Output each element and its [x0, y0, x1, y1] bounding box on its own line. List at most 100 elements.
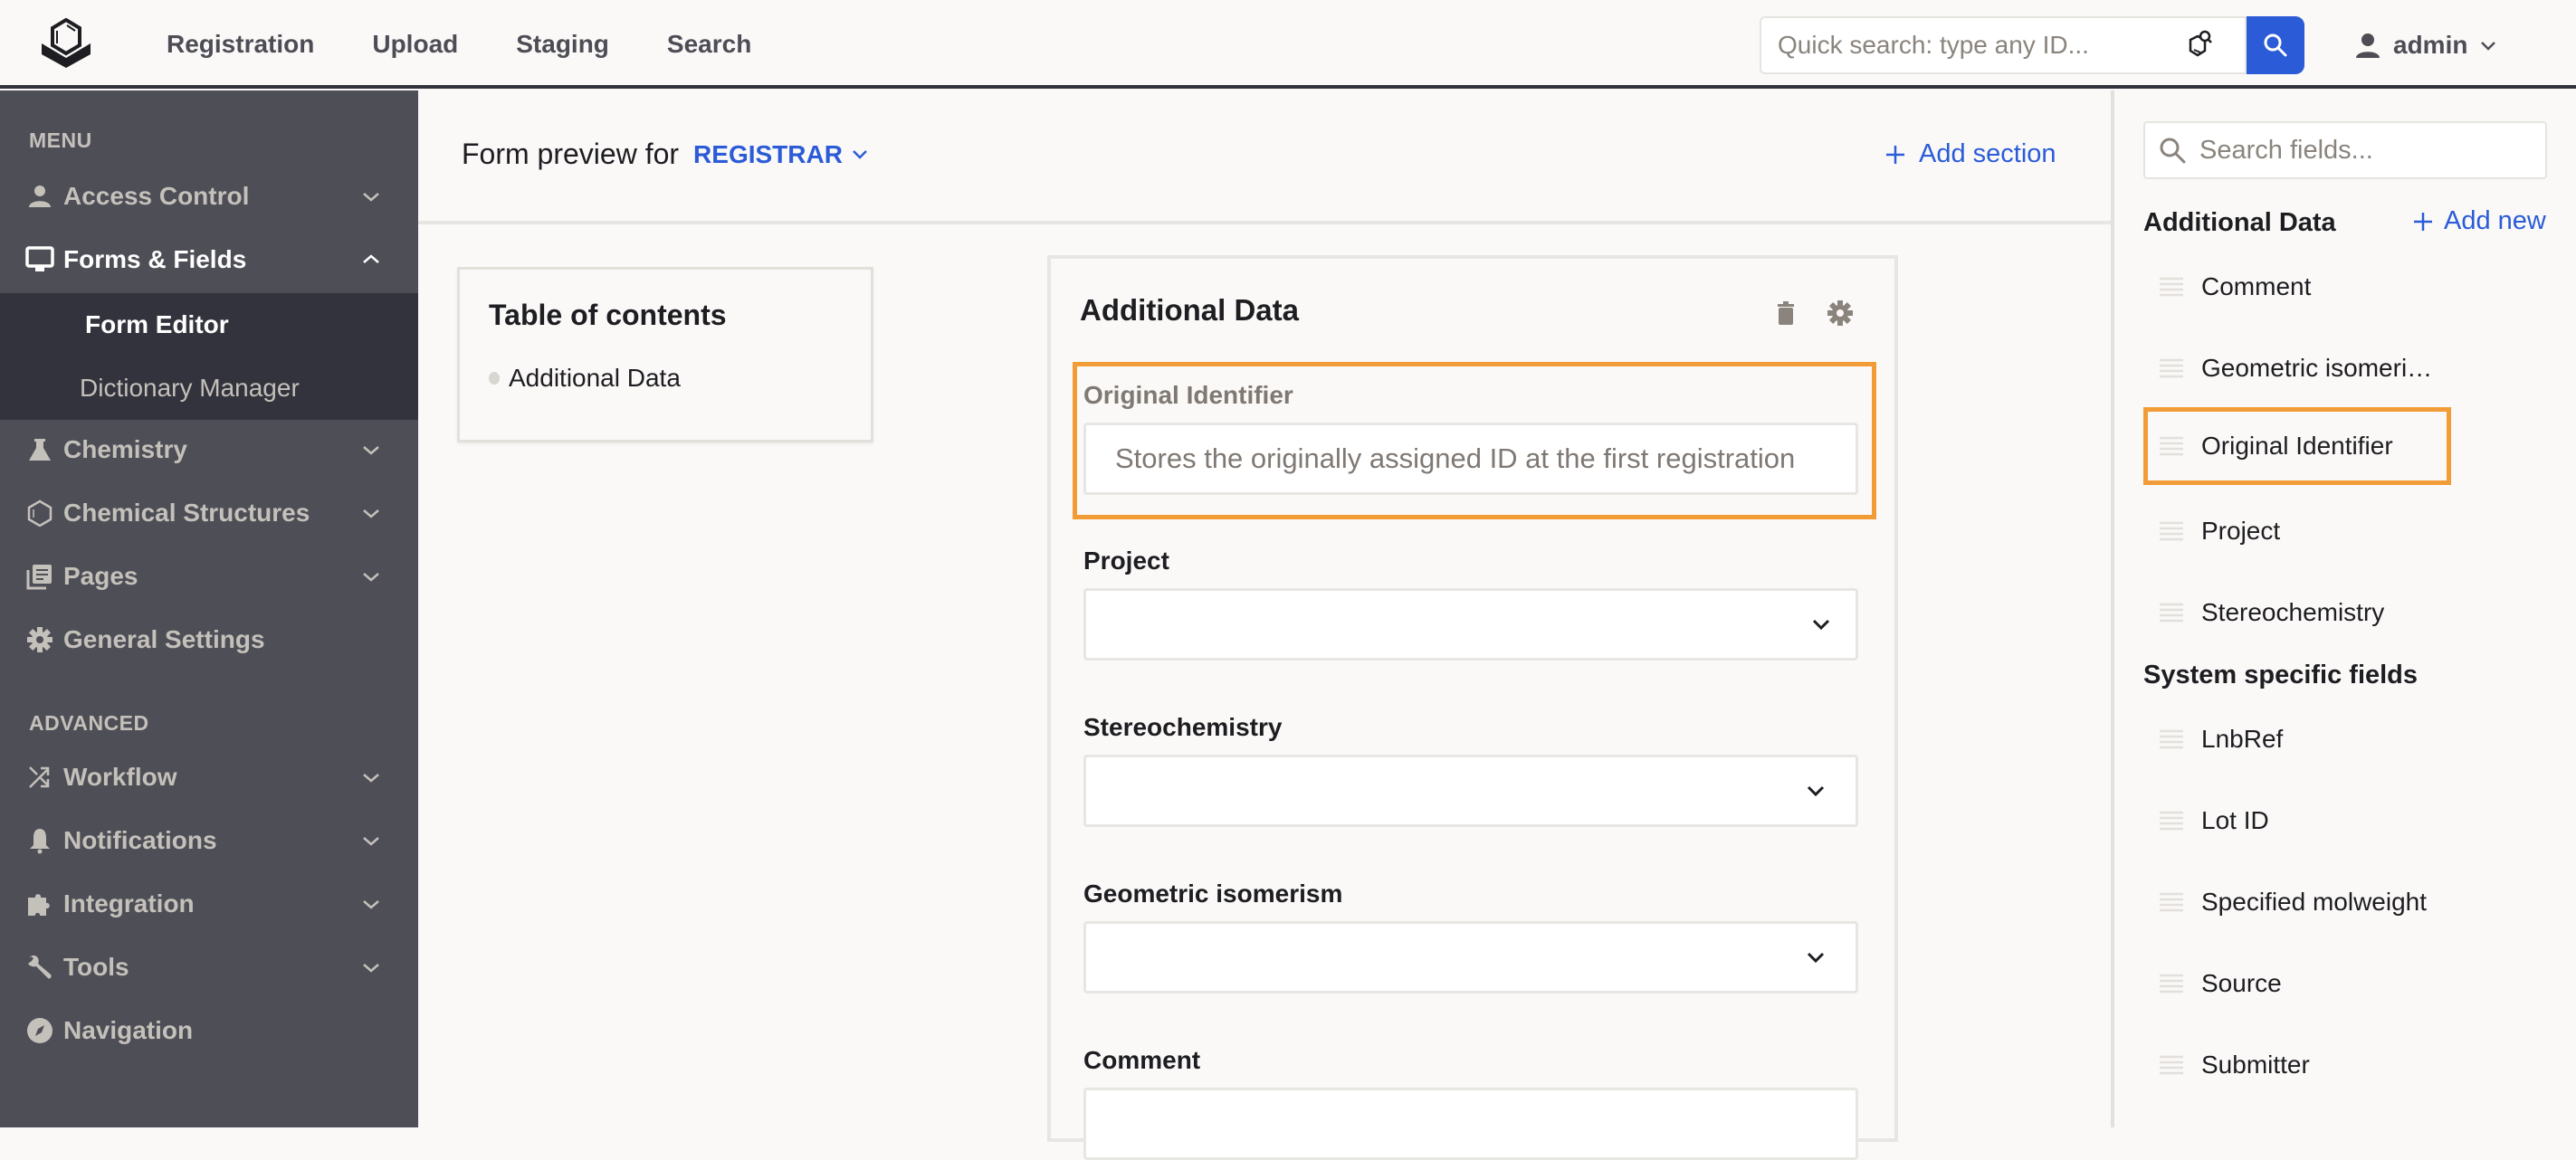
field-list-item[interactable]: Comment	[2143, 248, 2451, 326]
chevron-up-icon	[363, 254, 379, 263]
field-original-identifier[interactable]: Original Identifier Stores the originall…	[1073, 362, 1876, 519]
sidebar-item-label: Workflow	[63, 763, 177, 791]
chevron-down-icon	[363, 193, 379, 202]
field-list-item-label: Comment	[2201, 272, 2312, 300]
sidebar-item-forms-fields[interactable]: Forms & Fields	[0, 228, 418, 291]
nav-registration[interactable]: Registration	[167, 30, 314, 59]
quick-search-button[interactable]	[2247, 16, 2304, 74]
toc-item[interactable]: Additional Data	[489, 364, 681, 393]
nav-staging[interactable]: Staging	[516, 30, 609, 59]
field-list-item-selected[interactable]: Original Identifier	[2143, 407, 2451, 485]
field-list-item-label: Geometric isomeri…	[2201, 354, 2433, 382]
fields-panel: Additional Data Add new Comment Geometri…	[2111, 90, 2576, 1127]
sidebar-item-pages[interactable]: Pages	[0, 545, 418, 608]
toc-item-label: Additional Data	[509, 364, 681, 392]
field-list-item-label: LnbRef	[2201, 725, 2284, 753]
sidebar-item-label: Access Control	[63, 182, 250, 210]
field-list-item[interactable]: Stereochemistry	[2143, 574, 2451, 651]
field-list-item-label: Source	[2201, 969, 2282, 997]
field-list-item[interactable]: Geometric isomeri…	[2143, 329, 2451, 407]
drag-handle-icon	[2160, 892, 2183, 912]
trash-icon	[1778, 301, 1794, 325]
flask-icon	[25, 435, 54, 464]
add-new-label: Add new	[2444, 206, 2546, 235]
sidebar-item-integration[interactable]: Integration	[0, 872, 418, 936]
sidebar-item-chemistry[interactable]: Chemistry	[0, 418, 418, 481]
sidebar-item-workflow[interactable]: Workflow	[0, 746, 418, 809]
sidebar-item-label: Notifications	[63, 826, 217, 854]
original-identifier-input[interactable]: Stores the originally assigned ID at the…	[1083, 423, 1858, 495]
hexagon-icon	[25, 499, 54, 528]
field-list-item[interactable]: Submitter	[2143, 1026, 2451, 1104]
sidebar-item-label: Forms & Fields	[63, 245, 247, 273]
top-bar: Registration Upload Staging Search admin	[0, 0, 2576, 89]
chevron-down-icon	[363, 573, 379, 582]
field-list-item[interactable]: Source	[2143, 945, 2451, 1022]
compass-icon	[25, 1016, 54, 1045]
sidebar-item-access-control[interactable]: Access Control	[0, 165, 418, 228]
role-value: REGISTRAR	[693, 139, 843, 168]
top-nav: Registration Upload Staging Search	[167, 0, 751, 89]
nav-upload[interactable]: Upload	[372, 30, 458, 59]
sidebar-item-navigation[interactable]: Navigation	[0, 999, 418, 1062]
chevron-down-icon	[363, 509, 379, 518]
sidebar-item-label: Dictionary Manager	[80, 374, 300, 402]
gear-icon	[1827, 300, 1853, 326]
plus-icon	[1886, 145, 1904, 164]
drag-handle-icon	[2160, 974, 2183, 994]
chevron-down-icon	[363, 900, 379, 909]
menu-heading: MENU	[29, 128, 92, 152]
puzzle-icon	[25, 889, 54, 918]
drag-handle-icon	[2160, 729, 2183, 749]
field-list-item[interactable]: Lot ID	[2143, 782, 2451, 860]
add-section-button[interactable]: Add section	[1884, 139, 2056, 169]
stereochemistry-select[interactable]	[1083, 755, 1858, 827]
field-search-input[interactable]	[2199, 135, 2525, 166]
drag-handle-icon	[2160, 277, 2183, 297]
field-list-item-label: Submitter	[2201, 1051, 2310, 1079]
wrench-icon	[25, 953, 54, 982]
field-list-item-label: Stereochemistry	[2201, 598, 2385, 626]
role-select[interactable]: REGISTRAR	[693, 140, 870, 169]
user-menu[interactable]: admin	[2353, 16, 2498, 74]
user-icon	[2356, 33, 2380, 58]
field-list-item[interactable]: Specified molweight	[2143, 863, 2451, 941]
sidebar-item-general-settings[interactable]: General Settings	[0, 608, 418, 671]
drag-handle-icon	[2160, 358, 2183, 378]
sidebar-item-dictionary-manager[interactable]: Dictionary Manager	[0, 357, 418, 420]
app-logo-icon[interactable]	[40, 18, 92, 69]
quick-search-input[interactable]	[1778, 31, 2140, 60]
project-select[interactable]	[1083, 588, 1858, 661]
geometric-isomerism-select[interactable]	[1083, 921, 1858, 994]
section-settings-button[interactable]	[1826, 299, 1855, 328]
chevron-down-icon	[363, 774, 379, 783]
sidebar-item-label: Navigation	[63, 1016, 194, 1044]
sidebar-item-label: Integration	[63, 889, 195, 918]
field-label: Original Identifier	[1083, 381, 1293, 409]
chevron-down-icon	[1807, 952, 1825, 964]
field-list-item[interactable]: Project	[2143, 492, 2451, 570]
comment-input[interactable]	[1083, 1088, 1858, 1160]
sidebar-item-form-editor[interactable]: Form Editor	[0, 293, 418, 357]
add-new-field-button[interactable]: Add new	[2413, 206, 2546, 236]
sidebar-item-chemical-structures[interactable]: Chemical Structures	[0, 481, 418, 545]
nav-search[interactable]: Search	[667, 30, 751, 59]
plus-icon	[2414, 212, 2432, 231]
field-list-item[interactable]: LnbRef	[2143, 700, 2451, 778]
field-geometric-isomerism: Geometric isomerism	[1073, 880, 1876, 1024]
sidebar-item-label: Form Editor	[85, 310, 229, 338]
preview-title: Form preview for REGISTRAR	[462, 138, 870, 171]
drag-handle-icon	[2160, 521, 2183, 541]
chevron-down-icon	[853, 149, 867, 159]
delete-section-button[interactable]	[1771, 299, 1800, 328]
drag-handle-icon	[2160, 436, 2183, 456]
structure-search-icon[interactable]	[2178, 27, 2218, 67]
field-label: Comment	[1083, 1046, 1201, 1074]
chevron-down-icon	[2481, 42, 2496, 51]
sidebar-item-tools[interactable]: Tools	[0, 936, 418, 999]
sidebar-item-notifications[interactable]: Notifications	[0, 809, 418, 872]
field-label: Stereochemistry	[1083, 713, 1283, 741]
toc-title: Table of contents	[489, 299, 727, 331]
section-card: Additional Data Original Identifier Stor…	[1047, 255, 1898, 1160]
sidebar-item-label: Chemical Structures	[63, 499, 310, 527]
